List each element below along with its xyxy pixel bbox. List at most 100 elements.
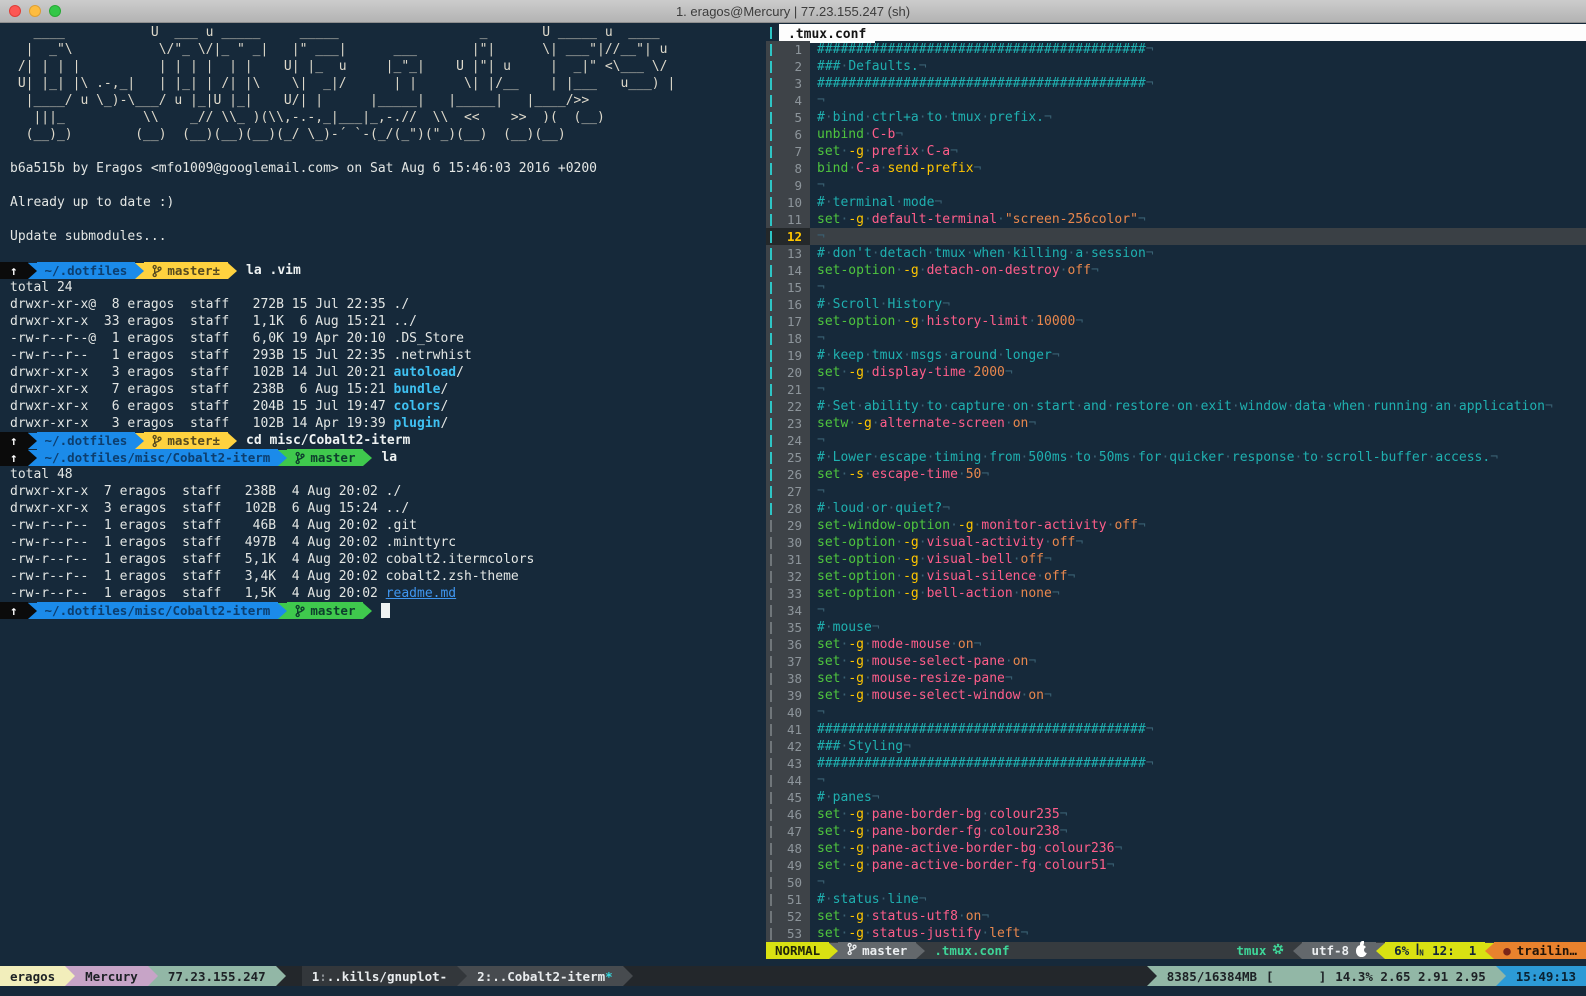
vim-line[interactable]: 21¬ [766,381,1586,398]
vim-line[interactable]: 15¬ [766,279,1586,296]
file-link[interactable]: readme.md [386,586,456,601]
directory-name[interactable]: bundle [394,382,441,397]
vim-line-content: ¬ [810,92,1586,109]
file-row: -rw-r--r-- 1 eragos staff 3,4K 4 Aug 20:… [0,568,764,585]
vim-line[interactable]: 30set-option·-g·visual-activity·off¬ [766,534,1586,551]
syntax-token: set-option [817,586,895,601]
vim-line[interactable]: 7set·-g·prefix·C-a¬ [766,143,1586,160]
line-number-gutter: 38 [766,670,810,687]
vim-line-content: ########################################… [810,755,1586,772]
vim-line[interactable]: 23setw·-g·alternate-screen·on¬ [766,415,1586,432]
vim-line[interactable]: 10#·terminal·mode¬ [766,194,1586,211]
tmux-window-2-active[interactable]: 2:..Cobalt2-iterm* [467,966,622,986]
vim-line[interactable]: 1#######################################… [766,41,1586,58]
line-number-gutter: 15 [766,279,810,296]
vim-line[interactable]: 34¬ [766,602,1586,619]
vim-line[interactable]: 37set·-g·mouse-select-pane·on¬ [766,653,1586,670]
vim-line[interactable]: 14set-option·-g·detach-on-destroy·off¬ [766,262,1586,279]
tmux-window-1[interactable]: 1:..kills/gnuplot- [302,966,457,986]
vim-line[interactable]: 5#·bind·ctrl+a·to·tmux·prefix.¬ [766,109,1586,126]
vim-line[interactable]: 22#·Set·ability·to·capture·on·start·and·… [766,398,1586,415]
vim-line[interactable]: 27¬ [766,483,1586,500]
syntax-token: bind [817,161,848,176]
banner-line: |||_ \\ _// \\_ )(\\,-.-,_|___|_,-.// \\… [0,109,764,126]
vim-line[interactable]: 26set·-s·escape-time·50¬ [766,466,1586,483]
vim-line[interactable]: 38set·-g·mouse-resize-pane¬ [766,670,1586,687]
vim-line[interactable]: 20set·-g·display-time·2000¬ [766,364,1586,381]
vim-line[interactable]: 42###·Styling¬ [766,738,1586,755]
syntax-token: -g [848,926,864,941]
line-number-gutter: 10 [766,194,810,211]
vim-line[interactable]: 44¬ [766,772,1586,789]
vim-line-content: set-window-option·-g·monitor-activity·of… [810,517,1586,534]
vim-line[interactable]: 52set·-g·status-utf8·on¬ [766,908,1586,925]
vim-line[interactable]: 50¬ [766,874,1586,891]
plugin-name: tmux [1236,943,1266,958]
vim-line[interactable]: 3#######################################… [766,75,1586,92]
powerline-arrow-icon [278,450,287,466]
vim-line[interactable]: 2###·Defaults.¬ [766,58,1586,75]
line-number: 40 [772,704,810,721]
directory-name[interactable]: autoload [394,365,457,380]
eol-mark: ¬ [981,467,989,482]
vim-line[interactable]: 43######################################… [766,755,1586,772]
vim-line[interactable]: 17set-option·-g·history-limit·10000¬ [766,313,1586,330]
eol-mark: ¬ [817,433,825,448]
vim-line[interactable]: 12¬ [766,228,1586,245]
syntax-token: -g [903,314,919,329]
line-number: 19 [772,347,810,364]
vim-line[interactable]: 11set·-g·default-terminal·"screen-256col… [766,211,1586,228]
directory-name[interactable]: plugin [394,416,441,431]
zoom-button[interactable] [49,5,61,17]
syntax-token: -g [848,688,864,703]
vim-line[interactable]: 28#·loud·or·quiet?¬ [766,500,1586,517]
vim-line[interactable]: 41######################################… [766,721,1586,738]
vim-pane[interactable]: .tmux.conf 1############################… [766,24,1586,959]
syntax-token: -g [903,586,919,601]
vim-line[interactable]: 47set·-g·pane-border-fg·colour238¬ [766,823,1586,840]
vim-line[interactable]: 49set·-g·pane-active-border-fg·colour51¬ [766,857,1586,874]
vim-line[interactable]: 13#·don't·detach·tmux·when·killing·a·ses… [766,245,1586,262]
vim-line[interactable]: 32set-option·-g·visual-silence·off¬ [766,568,1586,585]
vim-line[interactable]: 51#·status·line¬ [766,891,1586,908]
line-number: 38 [772,670,810,687]
vim-line[interactable]: 36set·-g·mode-mouse·on¬ [766,636,1586,653]
vim-line[interactable]: 4¬ [766,92,1586,109]
vim-line[interactable]: 25#·Lower·escape·timing·from·500ms·to·50… [766,449,1586,466]
vim-line[interactable]: 35#·mouse¬ [766,619,1586,636]
vim-line[interactable]: 8bind·C-a·send-prefix¬ [766,160,1586,177]
vim-line[interactable]: 29set-window-option·-g·monitor-activity·… [766,517,1586,534]
vim-line[interactable]: 45#·panes¬ [766,789,1586,806]
vim-line[interactable]: 33set-option·-g·bell-action·none¬ [766,585,1586,602]
syntax-token: ########################################… [817,42,1146,57]
line-number-gutter: 43 [766,755,810,772]
listing-2: total 48drwxr-xr-x 7 eragos staff 238B 4… [0,466,764,602]
vim-line[interactable]: 19#·keep·tmux·msgs·around·longer¬ [766,347,1586,364]
close-button[interactable] [9,5,21,17]
vim-line[interactable]: 46set·-g·pane-border-bg·colour235¬ [766,806,1586,823]
line-number-gutter: 14 [766,262,810,279]
terminal[interactable]: ____ U ___ u _____ _____ _ U _____ u ___… [0,23,1586,996]
vim-line[interactable]: 48set·-g·pane-active-border-bg·colour236… [766,840,1586,857]
shell-pane[interactable]: ____ U ___ u _____ _____ _ U _____ u ___… [0,24,764,619]
minimize-button[interactable] [29,5,41,17]
vim-line[interactable]: 53set·-g·status-justify·left¬ [766,925,1586,942]
vim-line[interactable]: 16#·Scroll·History¬ [766,296,1586,313]
vim-line[interactable]: 18¬ [766,330,1586,347]
line-number-gutter: 53 [766,925,810,942]
vim-line[interactable]: 9¬ [766,177,1586,194]
directory-name[interactable]: colors [394,399,441,414]
line-number-gutter: 19 [766,347,810,364]
powerline-arrow-icon [1485,943,1494,959]
vim-line[interactable]: 24¬ [766,432,1586,449]
vim-line-content: ########################################… [810,75,1586,92]
banner-line: |____/ u \_)-\___/ u |_|U |_| U/| | |___… [0,92,764,109]
vim-line[interactable]: 40¬ [766,704,1586,721]
vim-line-content: ¬ [810,704,1586,721]
file-row: drwxr-xr-x 7 eragos staff 238B 6 Aug 15:… [0,381,764,398]
line-number: 12 [772,228,810,245]
vim-line[interactable]: 39set·-g·mouse-select-window·on¬ [766,687,1586,704]
vim-line[interactable]: 31set-option·-g·visual-bell·off¬ [766,551,1586,568]
line-number: 10 [772,194,810,211]
vim-line[interactable]: 6unbind·C-b¬ [766,126,1586,143]
